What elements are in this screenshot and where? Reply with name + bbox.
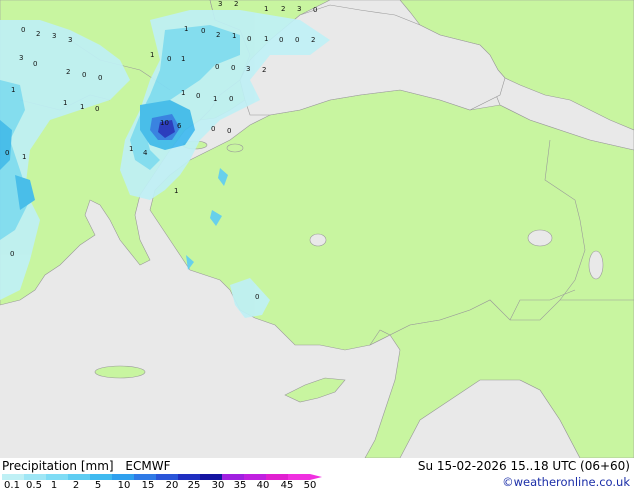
scale-tick-label: 5 bbox=[94, 480, 102, 491]
precip-value-label: 0 bbox=[313, 6, 317, 14]
precip-value-label: 1 bbox=[174, 187, 178, 195]
precip-value-label: 1 bbox=[213, 95, 217, 103]
precip-value-label: 0 bbox=[33, 60, 37, 68]
scale-tick-label: 10 bbox=[117, 480, 131, 491]
precip-value-label: 1 bbox=[63, 99, 67, 107]
island bbox=[309, 233, 327, 247]
precip-value-label: 1 bbox=[181, 55, 185, 63]
scale-tick-label: 20 bbox=[165, 480, 179, 491]
scale-tick-label: 0.5 bbox=[26, 480, 42, 491]
precip-value-label: 0 bbox=[98, 74, 102, 82]
precip-value-label: 0 bbox=[21, 26, 25, 34]
precip-value-label: 0 bbox=[196, 92, 200, 100]
precip-value-label: 2 bbox=[262, 66, 266, 74]
precip-value-label: 0 bbox=[5, 149, 9, 157]
scale-tick-label: 35 bbox=[233, 480, 247, 491]
precip-value-label: 1 bbox=[232, 32, 236, 40]
precip-value-label: 3 bbox=[246, 65, 250, 73]
precip-value-label: 1 bbox=[264, 35, 268, 43]
precip-value-label: 2 bbox=[66, 68, 70, 76]
scale-tick-label: 30 bbox=[211, 480, 225, 491]
precip-value-label: 1 bbox=[264, 5, 268, 13]
precip-value-label: 1 bbox=[150, 51, 154, 59]
precip-value-label: 3 bbox=[19, 54, 23, 62]
precip-value-label: 3 bbox=[297, 5, 301, 13]
map-canvas: 3 21 2 3 00 2 3 31 0 2 1 0 1 0 0 2302 0 01 0 10 0 3 211 1 01 010 6… bbox=[0, 0, 634, 458]
precip-value-label: 0 bbox=[167, 55, 171, 63]
island bbox=[226, 143, 244, 153]
scale-tick-label: 25 bbox=[187, 480, 201, 491]
precip-value-label: 1 bbox=[22, 153, 26, 161]
credit-link[interactable]: ©weatheronline.co.uk bbox=[502, 475, 630, 489]
precip-value-label: 0 bbox=[215, 63, 219, 71]
precipitation-map: 3 2 1 2 3 0 0 2 3 3 1 0 2 1 0 1 0 0 2 3 0 2 0 0 1 0 1 0 0 3 2 1 1 1 0 1 0 10 6… bbox=[0, 0, 634, 458]
island bbox=[527, 229, 553, 247]
island bbox=[94, 365, 146, 379]
scale-tick-label: 1 bbox=[50, 480, 58, 491]
scale-tick-label: 50 bbox=[303, 480, 317, 491]
precip-value-label: 3 bbox=[68, 36, 72, 44]
precip-value-label: 10 bbox=[160, 119, 169, 127]
precip-value-label: 2 bbox=[216, 31, 220, 39]
map-footer: Precipitation [mm] ECMWF Su 15-02-2026 1… bbox=[0, 458, 634, 491]
model-label: ECMWF bbox=[125, 459, 171, 473]
scale-tick-label: 0.1 bbox=[4, 480, 20, 491]
precip-value-label: 0 bbox=[295, 36, 299, 44]
precip-value-label: 2 bbox=[281, 5, 285, 13]
precip-value-label: 2 bbox=[311, 36, 315, 44]
precip-value-label: 0 bbox=[247, 35, 251, 43]
product-label: Precipitation [mm] bbox=[2, 459, 114, 473]
precip-value-label: 6 bbox=[177, 122, 182, 130]
valid-time: Su 15-02-2026 15..18 UTC (06+60) bbox=[417, 459, 630, 473]
precip-value-label: 0 bbox=[10, 250, 14, 258]
scale-tick-label: 45 bbox=[280, 480, 294, 491]
precip-value-label: 0 bbox=[255, 293, 259, 301]
precip-value-label: 0 bbox=[227, 127, 231, 135]
precip-value-label: 4 bbox=[143, 149, 148, 157]
precip-value-label: 1 bbox=[11, 86, 15, 94]
precip-value-label: 1 bbox=[184, 25, 188, 33]
scale-tick-label: 2 bbox=[72, 480, 80, 491]
precip-value-label: 1 bbox=[129, 145, 133, 153]
precip-value-label: 1 bbox=[181, 89, 185, 97]
precip-value-label: 3 bbox=[218, 0, 222, 8]
precip-value-label: 2 bbox=[234, 0, 238, 8]
island bbox=[588, 250, 604, 280]
precip-value-label: 0 bbox=[95, 105, 99, 113]
precip-value-label: 0 bbox=[229, 95, 233, 103]
scale-tick-label: 15 bbox=[141, 480, 155, 491]
precip-value-label: 1 bbox=[80, 103, 84, 111]
precip-value-label: 0 bbox=[82, 71, 86, 79]
precip-value-label: 0 bbox=[279, 36, 283, 44]
map-title: Precipitation [mm] ECMWF bbox=[2, 459, 170, 473]
scale-tick-label: 40 bbox=[256, 480, 270, 491]
precip-value-label: 0 bbox=[231, 64, 235, 72]
precip-value-label: 0 bbox=[211, 125, 215, 133]
precip-value-label: 0 bbox=[201, 27, 205, 35]
precip-value-label: 3 bbox=[52, 32, 56, 40]
precip-value-label: 2 bbox=[36, 30, 40, 38]
